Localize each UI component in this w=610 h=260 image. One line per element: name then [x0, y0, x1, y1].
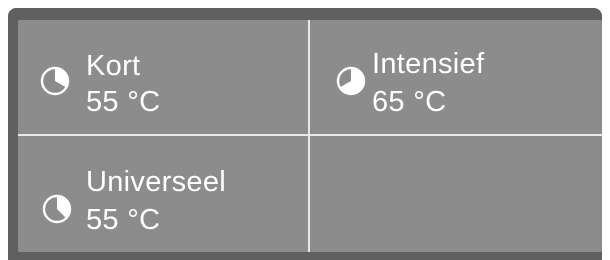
program-tile-universeel[interactable]: Universeel 55 °C [18, 136, 310, 252]
pie-clock-icon [40, 66, 70, 96]
program-selection-panel: Kort 55 °C Intensief 65 °C Universeel 55… [18, 20, 602, 252]
program-name: Kort [86, 50, 141, 82]
program-tile-intensief[interactable]: Intensief 65 °C [310, 20, 602, 136]
pie-clock-icon [336, 66, 366, 96]
program-name: Universeel [86, 166, 226, 198]
empty-tile [310, 136, 602, 252]
program-temperature: 55 °C [86, 204, 161, 236]
program-name: Intensief [372, 48, 485, 80]
program-temperature: 65 °C [372, 86, 447, 118]
program-tile-kort[interactable]: Kort 55 °C [18, 20, 310, 136]
program-temperature: 55 °C [86, 86, 161, 118]
pie-clock-icon [42, 194, 72, 224]
